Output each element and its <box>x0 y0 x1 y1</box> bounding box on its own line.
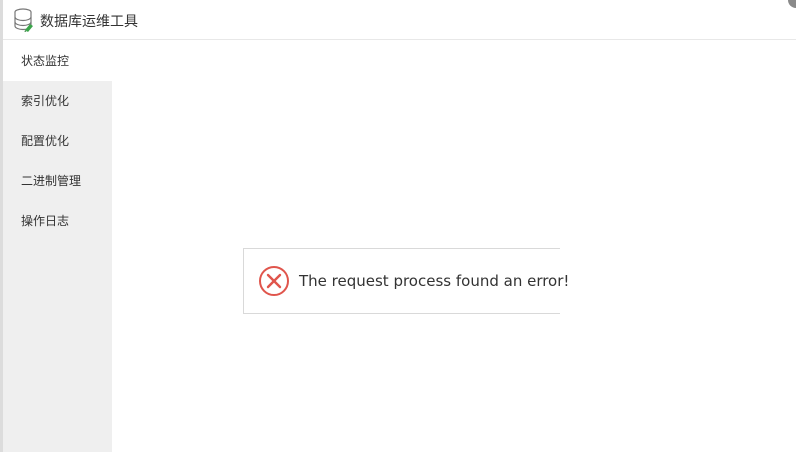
error-message-box: The request process found an error! <box>243 248 569 314</box>
app-header: 数据库运维工具 <box>3 0 796 40</box>
window-control-button[interactable] <box>788 0 796 8</box>
database-icon <box>14 8 33 32</box>
sidebar-item-operation-log[interactable]: 操作日志 <box>3 201 112 241</box>
app-title: 数据库运维工具 <box>40 14 138 30</box>
sidebar-item-binlog-management[interactable]: 二进制管理 <box>3 161 112 201</box>
error-message-text: The request process found an error! <box>299 272 570 290</box>
app-window: 数据库运维工具 状态监控 索引优化 配置优化 二进制管理 操作日志 The re… <box>0 0 796 452</box>
sidebar-item-index-optimization[interactable]: 索引优化 <box>3 81 112 121</box>
sidebar-nav: 状态监控 索引优化 配置优化 二进制管理 操作日志 <box>3 41 112 452</box>
sidebar-item-status-monitor[interactable]: 状态监控 <box>3 41 112 81</box>
sidebar-item-config-optimization[interactable]: 配置优化 <box>3 121 112 161</box>
error-circle-x-icon <box>259 266 289 296</box>
